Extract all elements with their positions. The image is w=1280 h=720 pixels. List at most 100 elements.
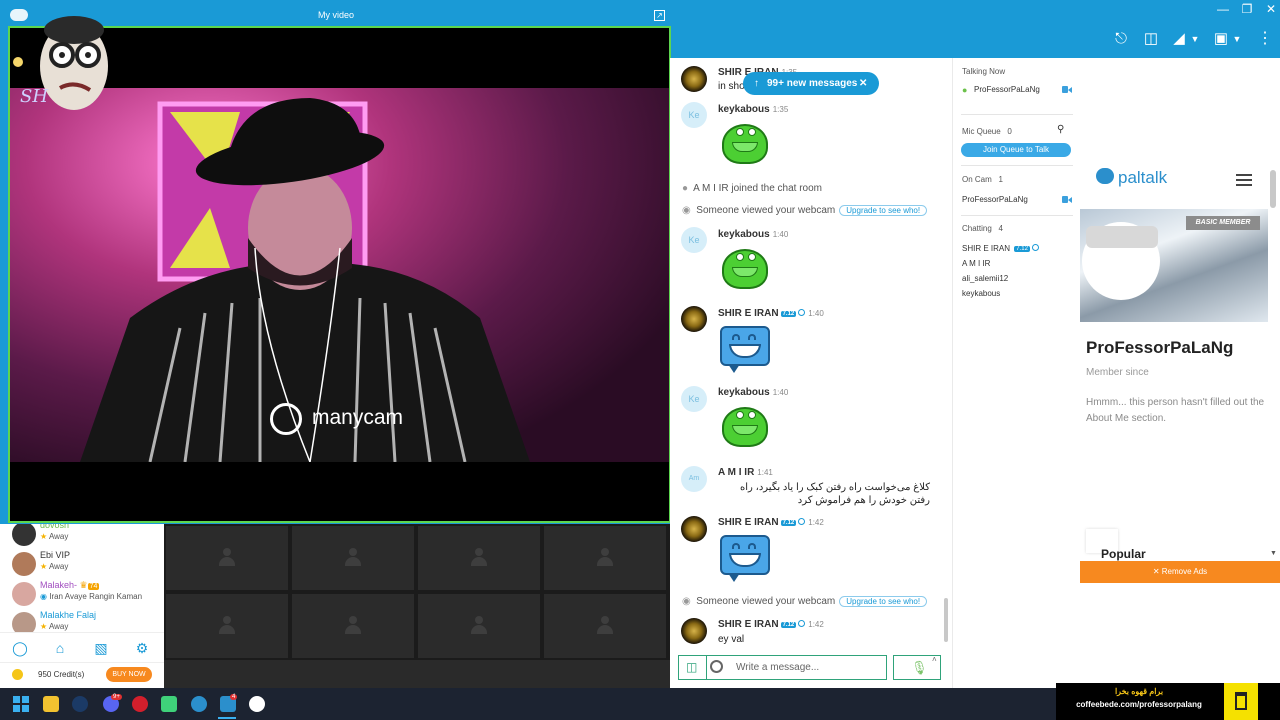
share-icon[interactable]: ⎋	[1108, 30, 1134, 48]
message-author[interactable]: SHIR E IRAN 7.12 1:42	[718, 619, 824, 630]
divider	[961, 165, 1073, 166]
camera-icon[interactable]	[1062, 86, 1072, 93]
emoji-icon[interactable]	[710, 660, 723, 673]
chatting-heading: Chatting 4	[962, 224, 1003, 233]
chatting-user[interactable]: A M I IR	[962, 259, 990, 268]
upgrade-button[interactable]: Upgrade to see who!	[839, 205, 928, 216]
more-vertical-icon[interactable]: ⋮	[1252, 30, 1278, 48]
chevron-up-icon[interactable]: ˄	[932, 655, 937, 664]
star-icon: ★	[40, 622, 48, 631]
webcam-feed: manycam	[10, 88, 669, 462]
room-info-panel: Talking Now ● ProFessorPaLaNg Mic Queue …	[952, 58, 1080, 688]
frog-sticker	[718, 245, 772, 291]
windows-start-icon[interactable]	[13, 696, 29, 712]
new-messages-label: 99+ new messages	[767, 78, 858, 89]
chevron-down-icon[interactable]: ▼	[1230, 30, 1244, 48]
avatar[interactable]	[681, 618, 707, 644]
avatar[interactable]: Am	[681, 466, 707, 492]
push-to-talk-button[interactable]: 🎙 ˄	[893, 655, 941, 680]
list-item[interactable]: dovosh ★ Away	[0, 520, 164, 550]
cam-slot[interactable]	[292, 526, 414, 590]
restore-icon[interactable]: ❐	[1238, 2, 1256, 16]
close-icon[interactable]: ✕	[1262, 2, 1280, 16]
eye-icon: ◉	[682, 205, 691, 216]
avatar-placeholder	[1086, 226, 1158, 248]
cam-slot[interactable]	[544, 594, 666, 658]
cam-slot[interactable]	[544, 526, 666, 590]
message-author[interactable]: keykabous 1:40	[718, 229, 788, 240]
avatar[interactable]	[681, 306, 707, 332]
gift-button[interactable]: ◫	[678, 655, 706, 680]
message-author[interactable]: A M I IR 1:41	[718, 467, 773, 478]
hamburger-menu-icon[interactable]	[1236, 174, 1252, 186]
close-icon[interactable]: ✕	[859, 72, 867, 95]
person-icon: ●	[682, 183, 689, 194]
chatting-user[interactable]: SHIR E IRAN 7.12	[962, 244, 1039, 253]
upgrade-button[interactable]: Upgrade to see who!	[839, 596, 928, 607]
cam-slot[interactable]	[418, 526, 540, 590]
cam-slot[interactable]	[418, 594, 540, 658]
message-author[interactable]: SHIR E IRAN 7.12 1:42	[718, 517, 824, 528]
person-placeholder-icon	[471, 616, 487, 634]
profile-scrollbar[interactable]	[1270, 170, 1276, 208]
cam-slot[interactable]	[166, 594, 288, 658]
message-input[interactable]: Write a message...	[706, 655, 887, 680]
credits-bar: 950 Credit(s) BUY NOW	[0, 662, 164, 688]
person-placeholder-icon	[345, 616, 361, 634]
system-message: ◉ Someone viewed your webcam Upgrade to s…	[682, 596, 928, 607]
message-time: 1:35	[772, 105, 789, 114]
avatar[interactable]: Ke	[681, 102, 707, 128]
message-time: 1:40	[772, 388, 789, 397]
credits-label: 950 Credit(s)	[38, 670, 85, 679]
list-item[interactable]: Ebi VIP ★ Away	[0, 550, 164, 580]
message-time: 1:42	[808, 620, 824, 629]
chat-scrollbar[interactable]	[944, 598, 948, 642]
gift-icon[interactable]: ◫	[1138, 30, 1164, 48]
leaderboard-icon[interactable]: ▧	[93, 640, 109, 656]
on-cam-user[interactable]: ProFessorPaLaNg	[962, 195, 1028, 204]
app-icon[interactable]	[161, 696, 177, 712]
minimize-icon[interactable]: —	[1214, 2, 1232, 16]
chrome-icon[interactable]	[249, 696, 265, 712]
message-text: in sho	[718, 81, 745, 92]
paltalk-icon[interactable]	[191, 696, 207, 712]
camera-icon[interactable]	[1062, 196, 1072, 203]
chevron-down-icon[interactable]: ▼	[1188, 30, 1202, 48]
file-explorer-icon[interactable]	[43, 696, 59, 712]
avatar[interactable]: Ke	[681, 227, 707, 253]
message-author[interactable]: keykabous 1:35	[718, 104, 788, 115]
avatar[interactable]	[681, 516, 707, 542]
avatar	[12, 582, 36, 606]
cam-slot[interactable]	[166, 526, 288, 590]
avatar-sticker: SH	[12, 10, 112, 110]
user-status: ★ Away	[40, 562, 69, 571]
avatar[interactable]	[681, 66, 707, 92]
scroll-down-icon[interactable]: ▼	[1270, 550, 1277, 557]
popout-icon[interactable]: ↗	[654, 10, 665, 21]
remove-ads-button[interactable]: ✕ Remove Ads	[1080, 561, 1280, 583]
new-messages-button[interactable]: ↑ 99+ new messages ✕	[743, 72, 879, 95]
talking-user[interactable]: ProFessorPaLaNg	[974, 85, 1040, 94]
home-icon[interactable]: ⌂	[52, 640, 68, 656]
message-author[interactable]: keykabous 1:40	[718, 387, 788, 398]
chatting-user[interactable]: ali_salemii12	[962, 274, 1008, 283]
buy-now-button[interactable]: BUY NOW	[106, 667, 152, 682]
message-time: 1:40	[772, 230, 789, 239]
search-icon[interactable]: ⚲	[1057, 124, 1064, 135]
compass-icon[interactable]: ◯	[12, 640, 28, 656]
list-item[interactable]: Malakeh- ♛ 74 ◉ Iran Avaye Rangin Kaman	[0, 580, 164, 610]
settings-icon[interactable]: ⚙	[134, 640, 150, 656]
join-queue-button[interactable]: Join Queue to Talk	[961, 143, 1071, 157]
avatar[interactable]: Ke	[681, 386, 707, 412]
level-badge: 74	[87, 583, 100, 590]
steam-icon[interactable]	[72, 696, 88, 712]
user-name: Malakhe Falaj	[40, 610, 97, 620]
cam-slot[interactable]	[292, 594, 414, 658]
frog-sticker	[718, 120, 772, 166]
chatting-user[interactable]: keykabous	[962, 289, 1000, 298]
level-badge: 7.12	[780, 520, 797, 526]
opera-icon[interactable]	[132, 696, 148, 712]
message-author[interactable]: SHIR E IRAN 7.12 1:40	[718, 308, 824, 319]
eye-icon: ◉	[682, 596, 691, 607]
coffee-banner[interactable]: برام قهوه بخرا coffeebede.com/professorp…	[1056, 683, 1280, 720]
